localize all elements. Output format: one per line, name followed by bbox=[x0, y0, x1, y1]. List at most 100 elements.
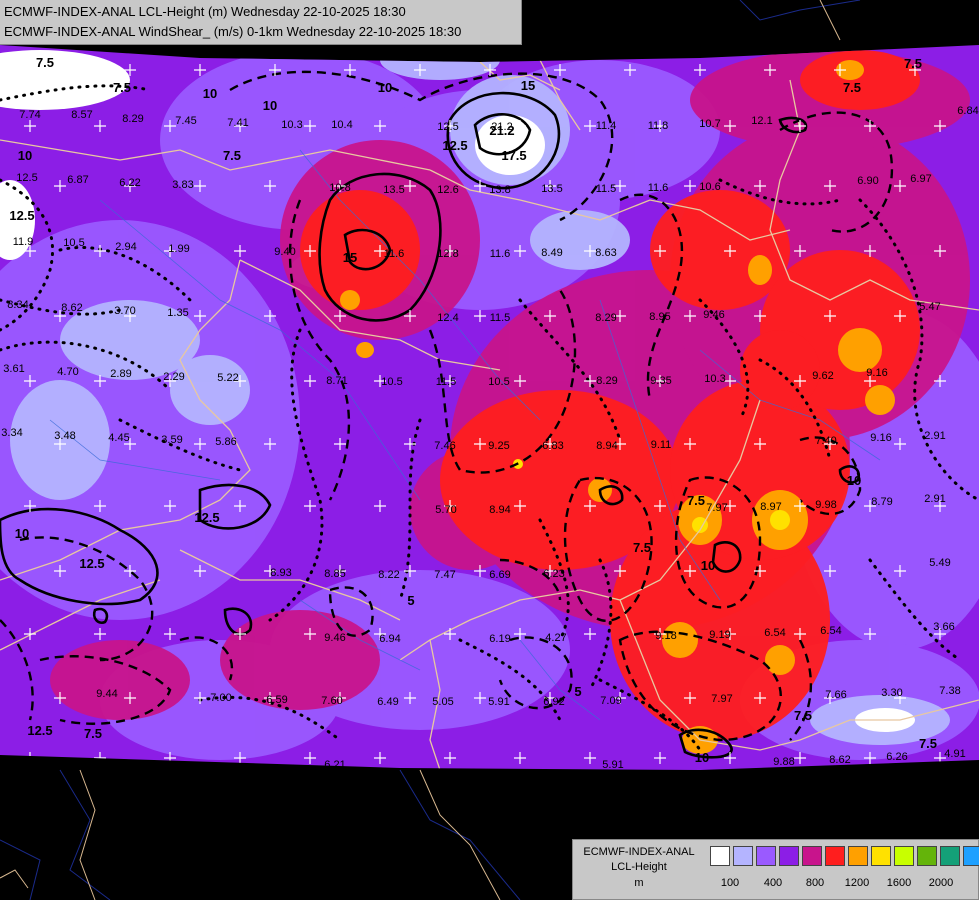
station-value: 11.9 bbox=[13, 236, 34, 248]
legend-tick: 800 bbox=[805, 877, 825, 889]
weather-map: 7.74 8.57 8.29 7.45 7.41 10.3 10.4 12.5 … bbox=[0, 0, 979, 900]
station-value: 8.93 bbox=[270, 567, 291, 579]
station-value: 8.62 bbox=[829, 754, 850, 766]
station-value: 9.25 bbox=[488, 440, 509, 452]
station-value: 6.26 bbox=[886, 751, 907, 763]
station-value: 2.91 bbox=[924, 493, 945, 505]
station-value: 9.46 bbox=[703, 309, 724, 321]
station-value: 1.99 bbox=[168, 243, 189, 255]
legend-swatch bbox=[894, 846, 914, 866]
station-value: 10.3 bbox=[704, 373, 725, 385]
contour-label: 12.5 bbox=[442, 138, 467, 153]
legend-tick: 100 bbox=[720, 877, 740, 889]
station-value: 11.6 bbox=[490, 248, 511, 260]
station-value: 6.87 bbox=[67, 174, 88, 186]
station-value: 13.8 bbox=[489, 184, 510, 196]
station-value: 6.54 bbox=[764, 627, 785, 639]
station-value: 8.22 bbox=[378, 569, 399, 581]
station-value: 3.70 bbox=[114, 305, 135, 317]
legend-tick: 400 bbox=[763, 877, 783, 889]
station-value: 4.70 bbox=[57, 366, 78, 378]
station-value: 10.6 bbox=[699, 181, 720, 193]
station-value: 10.5 bbox=[488, 376, 509, 388]
station-value: 7.47 bbox=[434, 569, 455, 581]
station-value: 12.8 bbox=[437, 248, 458, 260]
station-value: 9.88 bbox=[773, 756, 794, 768]
station-value: 1.35 bbox=[167, 307, 188, 319]
legend-swatch bbox=[825, 846, 845, 866]
contour-label: 12.5 bbox=[9, 208, 34, 223]
station-value: 11.5 bbox=[490, 312, 511, 324]
station-value: 2.29 bbox=[163, 371, 184, 383]
legend-tick: 1600 bbox=[886, 877, 912, 889]
contour-label: 10 bbox=[18, 148, 32, 163]
station-value: 9.98 bbox=[815, 499, 836, 511]
station-value: 9.44 bbox=[96, 688, 117, 700]
station-value: 5.91 bbox=[488, 696, 509, 708]
title-line-lcl: ECMWF-INDEX-ANAL LCL-Height (m) Wednesda… bbox=[4, 4, 406, 19]
station-value: 3.83 bbox=[172, 179, 193, 191]
station-value: 3.30 bbox=[881, 687, 902, 699]
station-value: 6.92 bbox=[543, 696, 564, 708]
legend-swatch bbox=[871, 846, 891, 866]
contour-label: 10 bbox=[701, 558, 715, 573]
station-value: 10.5 bbox=[63, 237, 84, 249]
station-value: 7.40 bbox=[815, 435, 836, 447]
contour-label: 15 bbox=[521, 78, 535, 93]
station-value: 2.94 bbox=[115, 241, 136, 253]
station-value: 9.19 bbox=[709, 629, 730, 641]
station-value: 7.38 bbox=[939, 685, 960, 697]
station-value: 8.57 bbox=[71, 109, 92, 121]
station-value: 6.54 bbox=[820, 625, 841, 637]
station-value: 6.59 bbox=[266, 694, 287, 706]
station-value: 7.45 bbox=[175, 115, 196, 127]
contour-label: 7.5 bbox=[843, 80, 861, 95]
contour-label: 7.5 bbox=[36, 55, 54, 70]
station-value: 10.8 bbox=[329, 182, 350, 194]
legend-swatch bbox=[963, 846, 979, 866]
station-value: 7.74 bbox=[19, 109, 40, 121]
contour-label: 7.5 bbox=[794, 708, 812, 723]
contour-label: 10 bbox=[695, 750, 709, 765]
station-value: 8.85 bbox=[324, 568, 345, 580]
station-value: 9.35 bbox=[650, 375, 671, 387]
station-value: 7.60 bbox=[321, 695, 342, 707]
contour-label: 5 bbox=[574, 684, 581, 699]
station-value: 8.95 bbox=[649, 311, 670, 323]
station-value: 9.62 bbox=[812, 370, 833, 382]
station-value: 3.59 bbox=[161, 434, 182, 446]
station-value: 8.94 bbox=[489, 504, 510, 516]
station-value: 10.5 bbox=[381, 376, 402, 388]
contour-label: 12.5 bbox=[79, 556, 104, 571]
station-value: 13.5 bbox=[541, 183, 562, 195]
title-box: ECMWF-INDEX-ANAL LCL-Height (m) Wednesda… bbox=[0, 0, 522, 45]
station-value: 6.49 bbox=[377, 696, 398, 708]
contour-label: 7.5 bbox=[84, 726, 102, 741]
legend-swatch bbox=[802, 846, 822, 866]
contour-label: 10 bbox=[847, 473, 861, 488]
station-value: 11.4 bbox=[596, 120, 617, 132]
station-value: 9.40 bbox=[274, 246, 295, 258]
legend: ECMWF-INDEX-ANAL LCL-Height m 100 400 80… bbox=[572, 839, 979, 900]
station-value: 7.00 bbox=[210, 692, 231, 704]
station-value: 7.41 bbox=[227, 117, 248, 129]
station-value: 10.3 bbox=[281, 119, 302, 131]
station-value: 7.09 bbox=[600, 695, 621, 707]
legend-title-variable: LCL-Height bbox=[611, 861, 667, 873]
legend-swatches bbox=[710, 846, 979, 866]
contour-label: 7.5 bbox=[113, 80, 131, 95]
station-value: 6.83 bbox=[542, 440, 563, 452]
station-value: 4.45 bbox=[108, 432, 129, 444]
station-value: 12.5 bbox=[16, 172, 37, 184]
station-value: 8.71 bbox=[326, 375, 347, 387]
station-value: 5.91 bbox=[602, 759, 623, 771]
station-value: 10.7 bbox=[699, 118, 720, 130]
lcl-height-field bbox=[0, 45, 979, 770]
station-value: 10.4 bbox=[331, 119, 352, 131]
station-value: 4.27 bbox=[545, 632, 566, 644]
legend-swatch bbox=[940, 846, 960, 866]
legend-unit: m bbox=[634, 877, 644, 889]
station-value: 6.84 bbox=[957, 105, 978, 117]
contour-label: 7.5 bbox=[223, 148, 241, 163]
station-value: 8.79 bbox=[871, 496, 892, 508]
